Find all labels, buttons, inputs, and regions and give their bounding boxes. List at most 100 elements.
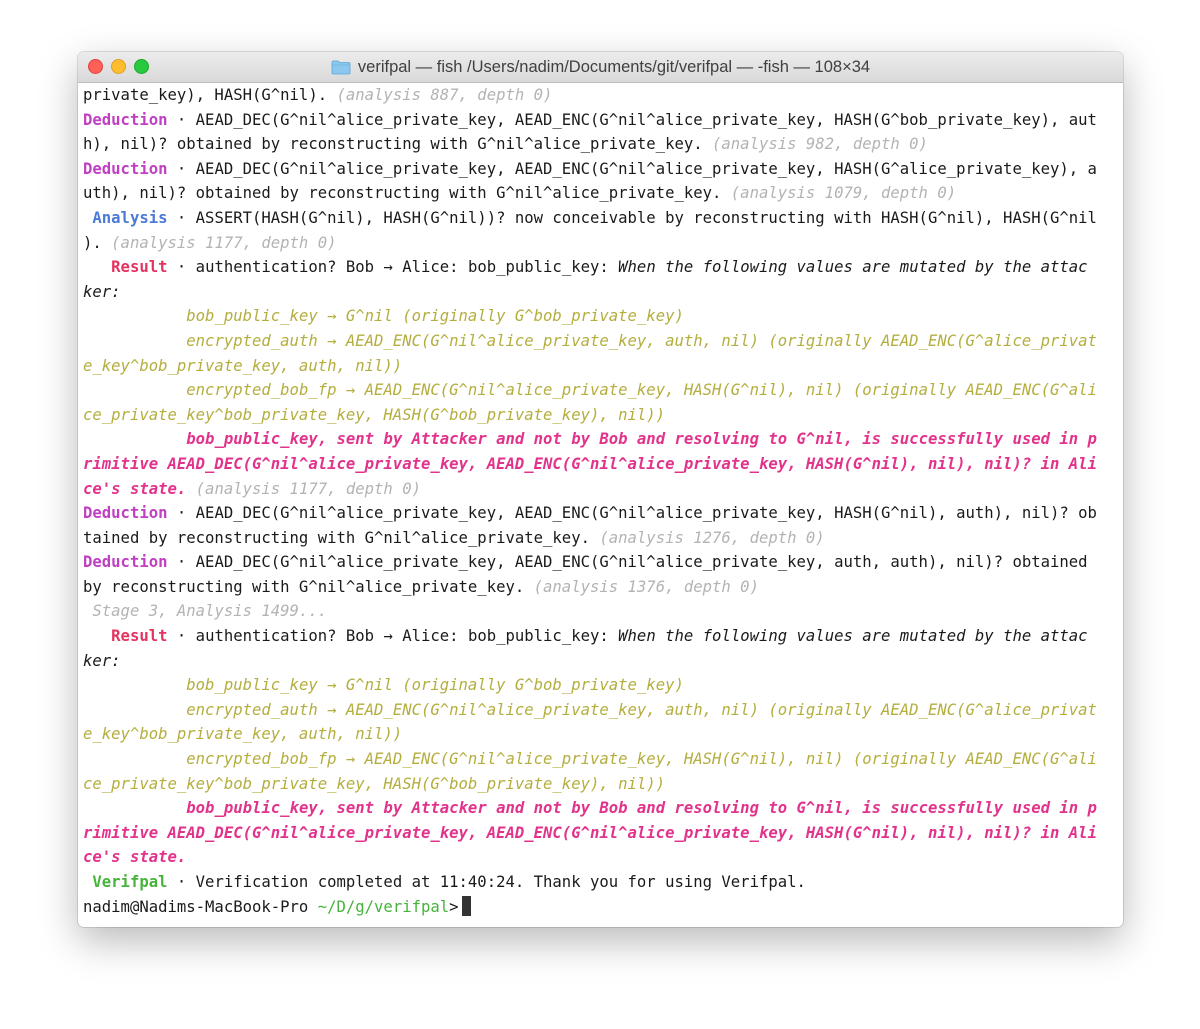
mutated-value: encrypted_auth → AEAD_ENC(G^nil^alice_pr… — [186, 700, 1097, 719]
deduction-label: Deduction — [83, 110, 168, 129]
output-text: uth), nil)? obtained by reconstructing w… — [83, 184, 731, 203]
output-text: · AEAD_DEC(G^nil^alice_private_key, AEAD… — [167, 110, 1097, 129]
window-title-container: verifpal — fish /Users/nadim/Documents/g… — [78, 52, 1123, 82]
output-line: ker: — [83, 280, 1119, 305]
output-text: h), nil)? obtained by reconstructing wit… — [83, 135, 713, 154]
mutated-value: bob_public_key → G^nil (originally G^bob… — [186, 307, 684, 326]
prompt-user-host: nadim@Nadims-MacBook-Pro — [83, 897, 309, 916]
mutated-value: e_key^bob_private_key, auth, nil)) — [83, 725, 403, 744]
output-text: by reconstructing with G^nil^alice_priva… — [83, 577, 534, 596]
output-line: encrypted_auth → AEAD_ENC(G^nil^alice_pr… — [83, 329, 1119, 354]
output-line: bob_public_key → G^nil (originally G^bob… — [83, 673, 1119, 698]
verifpal-label: Verifpal — [92, 873, 168, 891]
output-line: Result · authentication? Bob → Alice: bo… — [83, 624, 1119, 649]
failure-message: rimitive AEAD_DEC(G^nil^alice_private_ke… — [83, 823, 1097, 842]
result-message: ker: — [83, 282, 121, 301]
output-line: encrypted_bob_fp → AEAD_ENC(G^nil^alice_… — [83, 747, 1119, 772]
output-line: ce_private_key^bob_private_key, HASH(G^b… — [83, 772, 1119, 797]
output-text: ). — [83, 233, 112, 252]
output-text: · authentication? Bob → Alice: bob_publi… — [167, 627, 619, 646]
deduction-label: Deduction — [83, 553, 168, 572]
mutated-value: ce_private_key^bob_private_key, HASH(G^b… — [83, 405, 666, 424]
output-line: Stage 3, Analysis 1499... — [83, 599, 1119, 624]
output-text: private_key), HASH(G^nil). — [83, 86, 337, 104]
analysis-meta: (analysis 1177, depth 0) — [111, 233, 337, 252]
output-line: ). (analysis 1177, depth 0) — [83, 231, 1119, 256]
analysis-meta: (analysis 1376, depth 0) — [533, 577, 759, 596]
output-line: rimitive AEAD_DEC(G^nil^alice_private_ke… — [83, 452, 1119, 477]
title-bar[interactable]: verifpal — fish /Users/nadim/Documents/g… — [78, 52, 1123, 83]
output-text: · AEAD_DEC(G^nil^alice_private_key, AEAD… — [167, 553, 1088, 572]
output-line: encrypted_auth → AEAD_ENC(G^nil^alice_pr… — [83, 698, 1119, 723]
prompt-path: ~/D/g/verifpal — [317, 897, 450, 916]
folder-icon — [331, 60, 351, 74]
output-line: ker: — [83, 649, 1119, 674]
output-line: Deduction · AEAD_DEC(G^nil^alice_private… — [83, 550, 1119, 575]
output-text: · AEAD_DEC(G^nil^alice_private_key, AEAD… — [167, 504, 1097, 523]
output-text: · ASSERT(HASH(G^nil), HASH(G^nil))? now … — [167, 208, 1097, 227]
output-line: bob_public_key → G^nil (originally G^bob… — [83, 304, 1119, 329]
failure-message: bob_public_key, sent by Attacker and not… — [186, 799, 1097, 818]
output-line: ce_private_key^bob_private_key, HASH(G^b… — [83, 403, 1119, 428]
output-line: e_key^bob_private_key, auth, nil)) — [83, 354, 1119, 379]
mutated-value: encrypted_bob_fp → AEAD_ENC(G^nil^alice_… — [186, 750, 1097, 769]
analysis-meta: (analysis 1079, depth 0) — [730, 184, 957, 203]
output-line: Deduction · AEAD_DEC(G^nil^alice_private… — [83, 501, 1119, 526]
output-line: by reconstructing with G^nil^alice_priva… — [83, 575, 1119, 600]
deduction-label: Deduction — [83, 159, 168, 178]
mutated-value: encrypted_auth → AEAD_ENC(G^nil^alice_pr… — [186, 331, 1097, 350]
output-line: tained by reconstructing with G^nil^alic… — [83, 526, 1119, 551]
output-line: Result · authentication? Bob → Alice: bo… — [83, 255, 1119, 280]
output-text: · Verification completed at 11:40:24. Th… — [167, 873, 806, 891]
result-message: ker: — [83, 651, 121, 670]
output-line: private_key), HASH(G^nil). (analysis 887… — [83, 83, 1119, 108]
output-line: bob_public_key, sent by Attacker and not… — [83, 796, 1119, 821]
output-line: Analysis · ASSERT(HASH(G^nil), HASH(G^ni… — [83, 206, 1119, 231]
output-line: bob_public_key, sent by Attacker and not… — [83, 427, 1119, 452]
failure-message: bob_public_key, sent by Attacker and not… — [186, 430, 1097, 449]
window-title: verifpal — fish /Users/nadim/Documents/g… — [357, 57, 871, 76]
analysis-meta: (analysis 1177, depth 0) — [195, 479, 421, 498]
output-line: Deduction · AEAD_DEC(G^nil^alice_private… — [83, 108, 1119, 133]
output-text: · authentication? Bob → Alice: bob_publi… — [167, 258, 619, 277]
mutated-value: e_key^bob_private_key, auth, nil)) — [83, 356, 403, 375]
analysis-meta: (analysis 982, depth 0) — [712, 135, 928, 154]
output-line: ce's state. (analysis 1177, depth 0) — [83, 477, 1119, 502]
shell-prompt[interactable]: nadim@Nadims-MacBook-Pro ~/D/g/verifpal> — [83, 895, 1119, 920]
output-line: ce's state. — [83, 845, 1119, 870]
analysis-label: Analysis — [92, 208, 168, 227]
analysis-meta: (analysis 887, depth 0) — [336, 86, 553, 104]
text-cursor[interactable] — [461, 895, 471, 916]
output-line: h), nil)? obtained by reconstructing wit… — [83, 132, 1119, 157]
failure-message: ce's state. — [83, 848, 187, 867]
output-line: rimitive AEAD_DEC(G^nil^alice_private_ke… — [83, 821, 1119, 846]
result-label: Result — [111, 627, 168, 646]
output-line: encrypted_bob_fp → AEAD_ENC(G^nil^alice_… — [83, 378, 1119, 403]
output-line: Deduction · AEAD_DEC(G^nil^alice_private… — [83, 157, 1119, 182]
result-label: Result — [111, 258, 168, 277]
deduction-label: Deduction — [83, 504, 168, 523]
mutated-value: ce_private_key^bob_private_key, HASH(G^b… — [83, 774, 666, 793]
prompt-symbol: > — [449, 897, 459, 916]
output-line: uth), nil)? obtained by reconstructing w… — [83, 181, 1119, 206]
result-message: When the following values are mutated by… — [618, 258, 1088, 277]
mutated-value: encrypted_bob_fp → AEAD_ENC(G^nil^alice_… — [186, 381, 1097, 400]
output-line: Verifpal · Verification completed at 11:… — [83, 870, 1119, 895]
result-message: When the following values are mutated by… — [618, 627, 1088, 646]
output-text: tained by reconstructing with G^nil^alic… — [83, 528, 600, 547]
failure-message: ce's state. — [83, 479, 187, 498]
analysis-meta: (analysis 1276, depth 0) — [599, 528, 825, 547]
terminal-window: verifpal — fish /Users/nadim/Documents/g… — [78, 52, 1123, 927]
terminal-output[interactable]: private_key), HASH(G^nil). (analysis 887… — [83, 83, 1119, 919]
